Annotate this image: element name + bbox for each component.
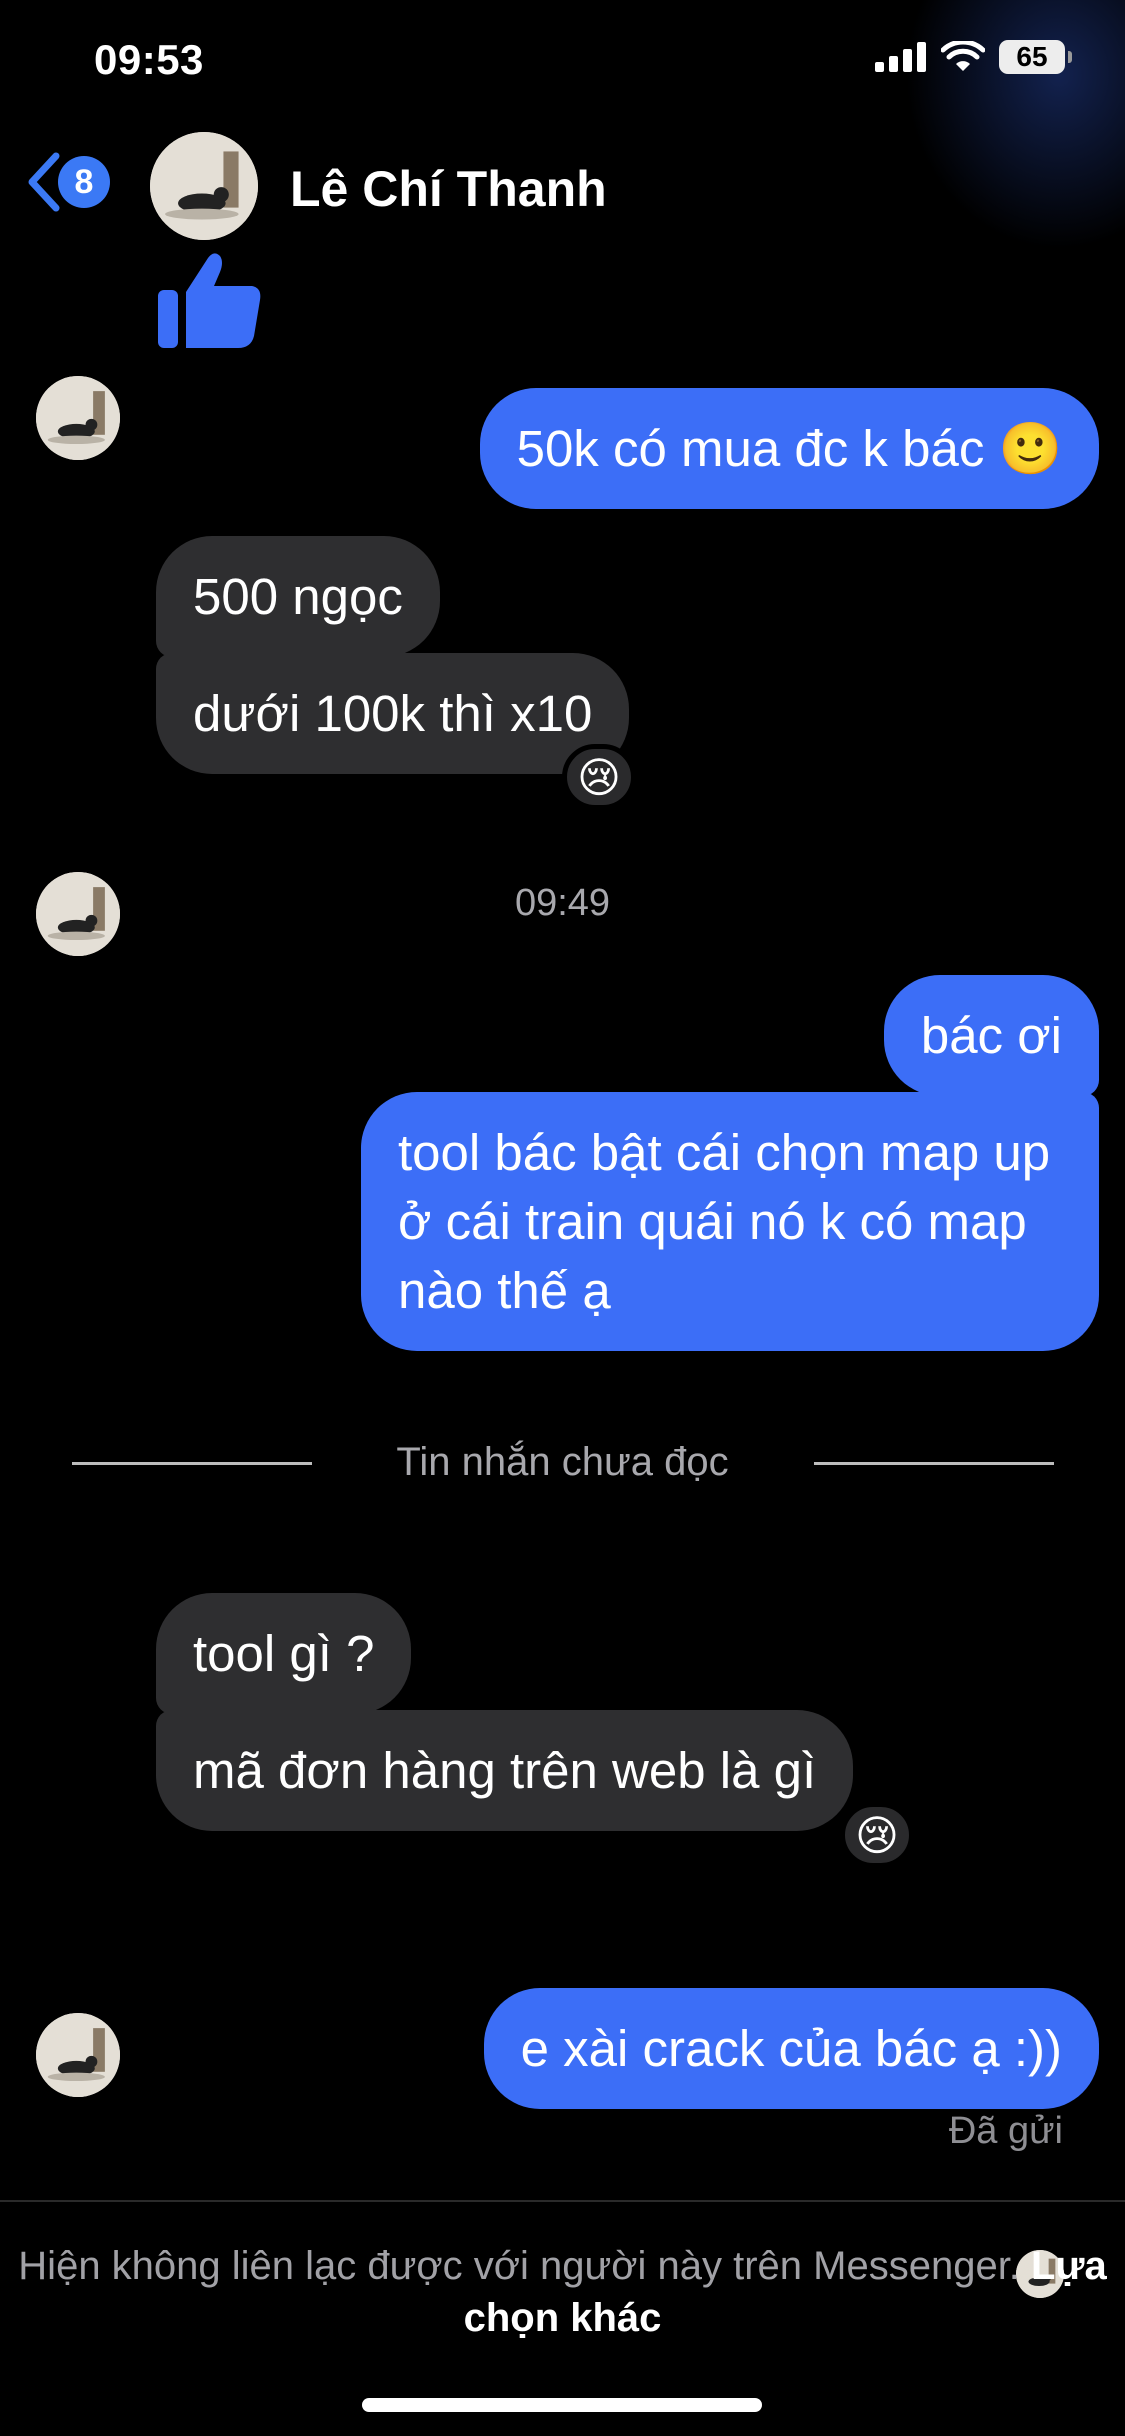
footer-notice-text: Hiện không liên lạc được với người này t… [18,2244,1020,2288]
divider-right [814,1462,1054,1465]
home-indicator[interactable] [362,2398,762,2412]
outgoing-message[interactable]: tool bác bật cái chọn map up ở cái train… [361,1092,1099,1351]
timestamp: 09:49 [514,882,611,924]
battery-level: 65 [1016,41,1048,72]
unread-count-badge: 8 [58,156,110,208]
incoming-message[interactable]: mã đơn hàng trên web là gì [156,1710,854,1831]
outgoing-message[interactable]: 50k có mua đc k bác 🙂 [479,388,1099,509]
avatar-image [150,132,258,240]
thumbs-up-icon[interactable] [156,250,264,350]
signal-icon [875,42,926,72]
outgoing-message[interactable]: e xài crack của bác ạ :)) [483,1988,1099,2109]
incoming-message[interactable]: 500 ngọc [156,536,440,657]
status-icons: 65 [875,40,1072,74]
sent-status: Đã gửi [948,2110,1063,2152]
status-time: 09:53 [94,36,204,83]
contact-avatar[interactable] [150,132,258,240]
battery-icon: 65 [999,40,1072,74]
reaction-badge[interactable]: 😢 [562,744,636,810]
incoming-message[interactable]: dưới 100k thì x10 [156,653,630,774]
footer-notice: Hiện không liên lạc được với người này t… [0,2240,1125,2344]
contact-name[interactable]: Lê Chí Thanh [290,160,607,218]
header-glow [905,0,1125,250]
footer-divider [0,2200,1125,2202]
sender-avatar[interactable] [36,2013,120,2097]
back-button[interactable]: 8 [24,150,110,214]
incoming-message[interactable]: tool gì ? [156,1593,412,1714]
sender-avatar[interactable] [36,376,120,460]
wifi-icon [941,41,985,71]
outgoing-message[interactable]: bác ơi [883,975,1099,1096]
reaction-badge[interactable]: 😢 [840,1802,914,1868]
